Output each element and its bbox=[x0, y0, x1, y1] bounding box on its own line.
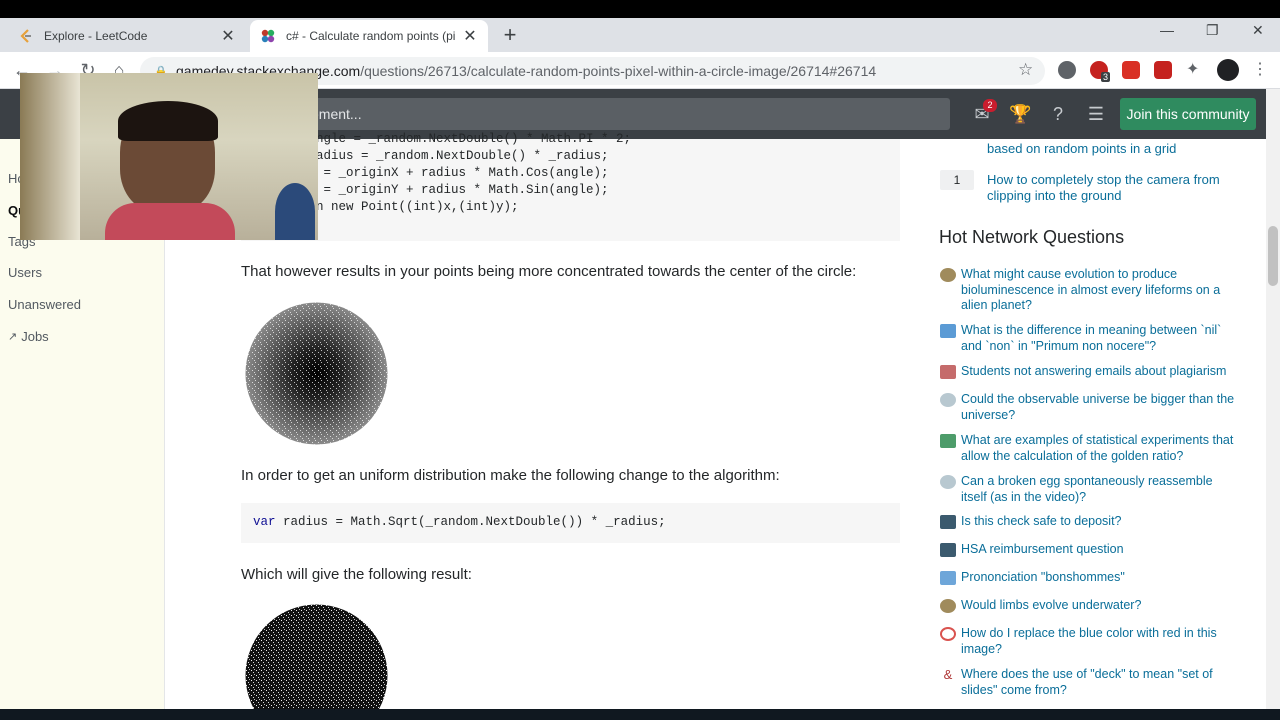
hnq-item[interactable]: How do I replace the blue color with red… bbox=[940, 626, 1240, 657]
search-input[interactable]: ement... bbox=[305, 98, 950, 130]
site-icon bbox=[940, 393, 956, 407]
code-line: n new Point((int)x,(int)y); bbox=[316, 200, 519, 214]
scrollbar-thumb[interactable] bbox=[1268, 226, 1278, 286]
tab-title: c# - Calculate random points (pi bbox=[286, 29, 456, 43]
leetcode-icon bbox=[18, 28, 34, 44]
tab-stackexchange[interactable]: c# - Calculate random points (pi ✕ bbox=[250, 20, 488, 52]
answer-paragraph: Which will give the following result: bbox=[241, 566, 472, 583]
site-icon bbox=[940, 543, 956, 557]
os-taskbar bbox=[0, 709, 1280, 720]
code-block-1: ngle = _random.NextDouble() * Math.PI * … bbox=[241, 132, 900, 241]
new-tab-icon[interactable]: + bbox=[498, 22, 522, 48]
page-scrollbar[interactable] bbox=[1266, 89, 1280, 709]
linked-question[interactable]: How to completely stop the camera from c… bbox=[987, 172, 1247, 204]
code-line: ngle = _random.NextDouble() * Math.PI * … bbox=[316, 132, 632, 146]
site-icon bbox=[940, 434, 956, 448]
tab-leetcode[interactable]: Explore - LeetCode ✕ bbox=[8, 20, 246, 52]
extension-badge: 3 bbox=[1101, 72, 1111, 82]
hnq-question: HSA reimbursement question bbox=[961, 542, 1124, 556]
site-icon bbox=[940, 365, 956, 379]
menu-kebab-icon[interactable]: ⋮ bbox=[1252, 61, 1270, 79]
site-icon bbox=[940, 627, 956, 641]
hnq-question: Students not answering emails about plag… bbox=[961, 364, 1227, 378]
hot-network-questions-title: Hot Network Questions bbox=[939, 227, 1125, 247]
hnq-question: What are examples of statistical experim… bbox=[961, 433, 1234, 463]
puzzle-extensions-icon[interactable]: ✦ bbox=[1186, 61, 1204, 79]
code-line: = _originX + radius * Math.Cos(angle); bbox=[316, 166, 609, 180]
close-tab-icon[interactable]: ✕ bbox=[220, 26, 236, 46]
code-line: var radius = Math.Sqrt(_random.NextDoubl… bbox=[253, 515, 666, 529]
tab-strip: Explore - LeetCode ✕ c# - Calculate rand… bbox=[0, 18, 1280, 52]
hnq-question: How do I replace the blue color with red… bbox=[961, 626, 1217, 656]
hnq-question: Is this check safe to deposit? bbox=[961, 514, 1122, 528]
hnq-item[interactable]: What might cause evolution to produce bi… bbox=[940, 267, 1240, 314]
site-switcher-icon[interactable]: ☰ bbox=[1085, 104, 1107, 124]
pdf-extension-icon[interactable] bbox=[1154, 61, 1172, 79]
close-window-icon[interactable]: ✕ bbox=[1252, 22, 1264, 39]
hnq-question: Prononciation "bonshommes" bbox=[961, 570, 1125, 584]
inbox-badge: 2 bbox=[983, 99, 997, 112]
play-extension-icon[interactable] bbox=[1058, 61, 1076, 79]
site-icon bbox=[940, 515, 956, 529]
nav-users[interactable]: Users bbox=[8, 265, 42, 280]
hnq-item[interactable]: Can a broken egg spontaneously reassembl… bbox=[940, 474, 1240, 505]
hnq-item[interactable]: Would limbs evolve underwater? bbox=[940, 598, 1240, 614]
hnq-item[interactable]: & Where does the use of "deck" to mean "s… bbox=[940, 667, 1240, 698]
media-extension-icon[interactable] bbox=[1122, 61, 1140, 79]
code-text: radius = Math.Sqrt(_random.NextDouble())… bbox=[275, 515, 666, 529]
code-keyword: var bbox=[253, 515, 276, 529]
site-icon bbox=[940, 324, 956, 338]
code-line: = _originY + radius * Math.Sin(angle); bbox=[316, 183, 609, 197]
linked-question-title: How to completely stop the camera from c… bbox=[987, 172, 1220, 203]
hnq-item[interactable]: Students not answering emails about plag… bbox=[940, 364, 1240, 380]
nav-jobs[interactable]: ↗ Jobs bbox=[8, 329, 49, 344]
profile-avatar[interactable] bbox=[1217, 59, 1239, 81]
hnq-item[interactable]: HSA reimbursement question bbox=[940, 542, 1240, 558]
bookmark-star-icon[interactable]: ☆ bbox=[1018, 60, 1033, 80]
hnq-item[interactable]: What are examples of statistical experim… bbox=[940, 433, 1240, 464]
minimize-icon[interactable]: — bbox=[1160, 22, 1174, 38]
achievements-icon[interactable]: 🏆 bbox=[1009, 104, 1031, 124]
code-block-2: var radius = Math.Sqrt(_random.NextDoubl… bbox=[241, 503, 900, 543]
hnq-question: Would limbs evolve underwater? bbox=[961, 598, 1142, 612]
join-community-button[interactable]: Join this community bbox=[1120, 98, 1256, 130]
hnq-question: Can a broken egg spontaneously reassembl… bbox=[961, 474, 1213, 504]
site-icon bbox=[940, 599, 956, 613]
close-tab-icon[interactable]: ✕ bbox=[462, 26, 478, 46]
site-icon bbox=[940, 475, 956, 489]
site-icon: & bbox=[943, 667, 953, 682]
hnq-item[interactable]: Could the observable universe be bigger … bbox=[940, 392, 1240, 423]
answer-paragraph: In order to get an uniform distribution … bbox=[241, 467, 780, 484]
webcam-overlay bbox=[20, 73, 318, 240]
hnq-question: Where does the use of "deck" to mean "se… bbox=[961, 667, 1213, 697]
linked-question-title: based on random points in a grid bbox=[987, 141, 1177, 156]
code-line: adius = _random.NextDouble() * _radius; bbox=[316, 149, 609, 163]
linked-question-score: 1 bbox=[940, 170, 974, 190]
gamedev-icon bbox=[260, 28, 276, 44]
help-icon[interactable]: ? bbox=[1047, 104, 1069, 124]
hnq-question: Could the observable universe be bigger … bbox=[961, 392, 1235, 422]
nav-jobs-label: Jobs bbox=[21, 329, 49, 344]
hnq-item[interactable]: Is this check safe to deposit? bbox=[940, 514, 1240, 530]
hnq-item[interactable]: What is the difference in meaning betwee… bbox=[940, 323, 1240, 354]
linked-question[interactable]: based on random points in a grid bbox=[987, 141, 1247, 157]
external-link-icon: ↗ bbox=[8, 331, 18, 343]
concentrated-distribution-image bbox=[245, 302, 388, 445]
uniform-distribution-image bbox=[245, 604, 388, 720]
nav-unanswered[interactable]: Unanswered bbox=[8, 297, 81, 312]
site-icon bbox=[940, 268, 956, 282]
hnq-item[interactable]: Prononciation "bonshommes" bbox=[940, 570, 1240, 586]
hnq-question: What might cause evolution to produce bi… bbox=[961, 267, 1221, 312]
top-black-bar bbox=[0, 0, 1280, 18]
hnq-question: What is the difference in meaning betwee… bbox=[961, 323, 1222, 353]
tab-title: Explore - LeetCode bbox=[44, 29, 148, 43]
restore-icon[interactable]: ❐ bbox=[1206, 22, 1219, 39]
site-icon bbox=[940, 571, 956, 585]
answer-paragraph: That however results in your points bein… bbox=[241, 263, 857, 280]
url-path: /questions/26713/calculate-random-points… bbox=[360, 63, 877, 79]
